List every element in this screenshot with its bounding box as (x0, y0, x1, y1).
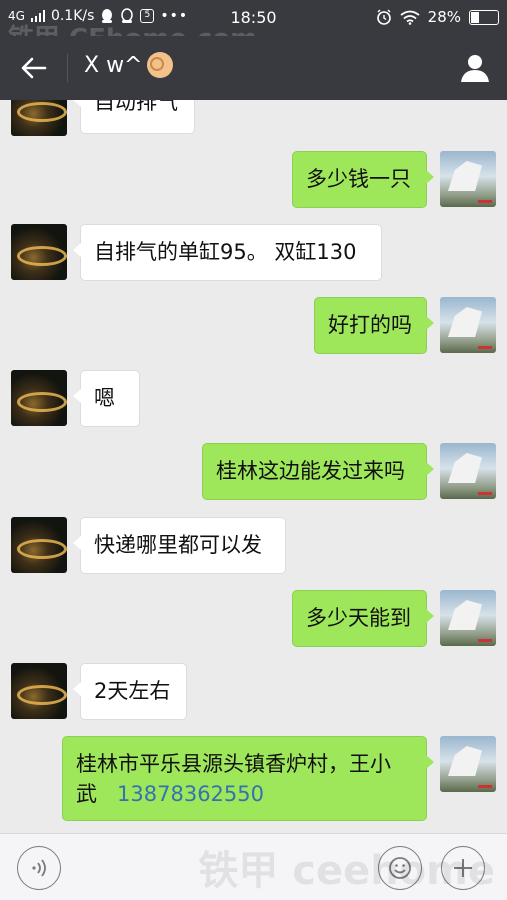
message-bubble[interactable]: 多少天能到 (292, 590, 434, 647)
chat-header: X w^ (0, 36, 507, 100)
address-line-2: 武 13878362550 (76, 779, 413, 809)
ok-hand-emoji (146, 52, 173, 78)
phone-number-link[interactable]: 13878362550 (117, 782, 264, 806)
back-arrow-icon (21, 57, 47, 79)
emoji-button[interactable] (378, 846, 422, 890)
my-avatar[interactable] (440, 151, 496, 207)
wifi-icon (400, 10, 420, 25)
plus-icon (454, 859, 472, 877)
message-bubble[interactable]: 2天左右 (73, 663, 187, 720)
message-bubble[interactable]: 好打的吗 (314, 297, 434, 354)
status-bar: 4G 0.1K/s 5 ••• 18:50 28% (0, 0, 507, 36)
battery-percent: 28% (427, 8, 461, 26)
alarm-icon (376, 9, 391, 25)
emoji-icon (389, 857, 411, 879)
header-divider (67, 54, 68, 82)
chat-title: X w^ (84, 52, 173, 78)
voice-icon (32, 859, 46, 877)
address-line-1: 桂林市平乐县源头镇香炉村，王小 (76, 752, 391, 776)
message-bubble[interactable]: 自动排气 (73, 100, 195, 134)
contact-avatar[interactable] (11, 100, 67, 136)
message-bubble[interactable]: 多少钱一只 (292, 151, 434, 208)
battery-icon (469, 9, 499, 25)
my-avatar[interactable] (440, 297, 496, 353)
message-bubble-address[interactable]: 桂林市平乐县源头镇香炉村，王小 武 13878362550 (62, 736, 434, 821)
profile-button[interactable] (459, 52, 491, 84)
chat-title-text: X w^ (84, 52, 143, 78)
message-bubble[interactable]: 快递哪里都可以发 (73, 517, 286, 574)
message-bubble[interactable]: 桂林这边能发过来吗 (202, 443, 434, 500)
my-avatar[interactable] (440, 736, 496, 792)
message-bubble[interactable]: 嗯 (73, 370, 140, 427)
my-avatar[interactable] (440, 443, 496, 499)
more-button[interactable] (441, 846, 485, 890)
profile-icon (461, 55, 489, 82)
address-line-2-text: 武 (76, 782, 97, 806)
my-avatar[interactable] (440, 590, 496, 646)
battery-fill (471, 11, 479, 23)
contact-avatar[interactable] (11, 663, 67, 719)
chat-area[interactable]: 自动排气 多少钱一只 自排气的单缸95。 双缸130 好打的吗 嗯 桂林这边能发… (0, 100, 507, 833)
back-button[interactable] (14, 50, 54, 86)
contact-avatar[interactable] (11, 370, 67, 426)
contact-avatar[interactable] (11, 224, 67, 280)
voice-button[interactable] (17, 846, 61, 890)
input-bar (0, 833, 507, 900)
status-right: 28% (376, 8, 499, 26)
message-bubble[interactable]: 自排气的单缸95。 双缸130 (73, 224, 382, 281)
contact-avatar[interactable] (11, 517, 67, 573)
